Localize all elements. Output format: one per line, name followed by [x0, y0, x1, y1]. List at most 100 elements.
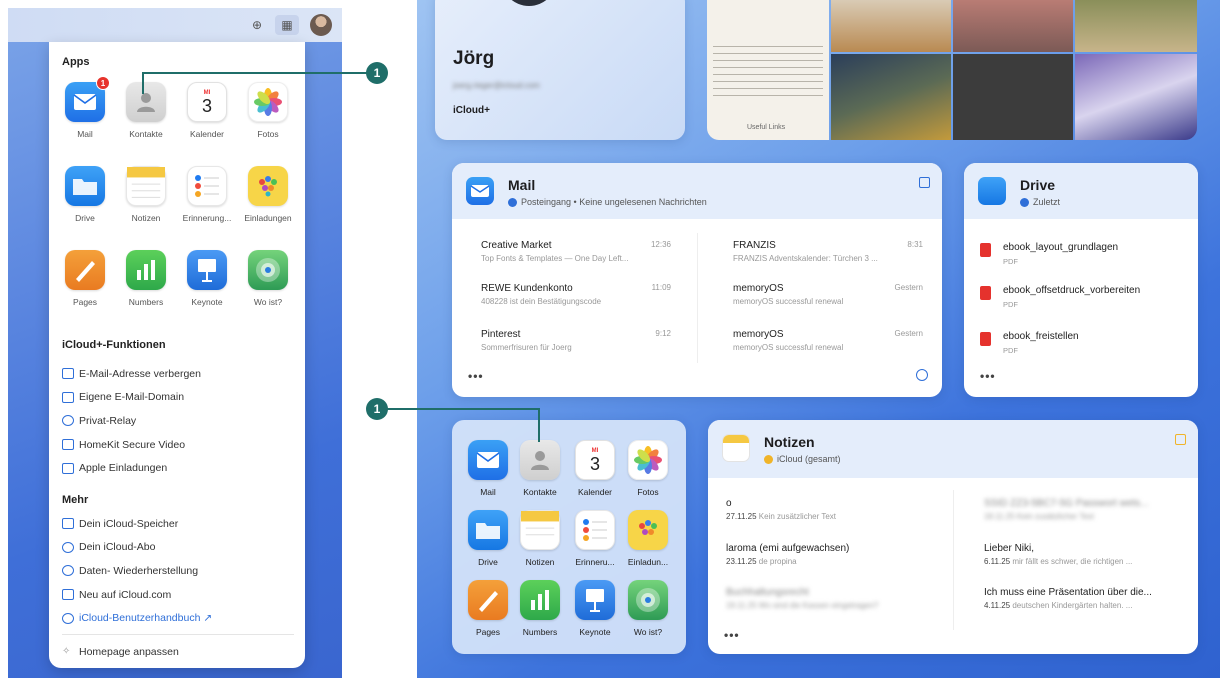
- app-keynote[interactable]: Keynote: [182, 250, 232, 307]
- storage-item[interactable]: Dein iCloud-Speicher: [62, 512, 298, 536]
- app-wo-ist[interactable]: Wo ist?: [623, 580, 673, 637]
- user-guide-link[interactable]: iCloud-Benutzerhandbuch ↗: [62, 606, 298, 630]
- keynote-icon: [575, 580, 615, 620]
- note-row[interactable]: Buchhaltungsrecht 19.11.25 Wo sind die Ka…: [726, 587, 941, 610]
- note-row[interactable]: o 27.11.25 Kein zusätzlicher Text: [726, 498, 941, 521]
- mail-row[interactable]: FRANZIS 8:31 FRANZIS Adventskalender: Türc…: [733, 240, 923, 263]
- app-keynote[interactable]: Keynote: [570, 580, 620, 637]
- cloud-icon: [62, 541, 74, 553]
- help-icon: [62, 612, 74, 624]
- note-row[interactable]: Ich muss eine Präsentation über die... 4.…: [984, 587, 1184, 610]
- profile-name: Jörg: [453, 48, 495, 69]
- more-button[interactable]: •••: [468, 369, 484, 383]
- filter-icon[interactable]: [916, 369, 928, 381]
- drive-title: Drive: [1020, 177, 1056, 193]
- callout-line: [142, 72, 370, 74]
- mail-card[interactable]: Mail Posteingang • Keine ungelesenen Nac…: [452, 163, 942, 397]
- app-notizen[interactable]: Notizen: [121, 166, 171, 223]
- plan-label: iCloud+: [453, 105, 490, 116]
- app-einladungen[interactable]: Einladun...: [623, 510, 673, 567]
- apple-invites-item[interactable]: Apple Einladungen: [62, 456, 298, 480]
- file-row[interactable]: ebook_layout_grundlagen PDF: [980, 242, 1190, 266]
- app-pages[interactable]: Pages: [463, 580, 513, 637]
- mail-row[interactable]: memoryOS Gestern memoryOS successful renew…: [733, 329, 923, 352]
- more-button[interactable]: •••: [980, 369, 996, 383]
- note-row[interactable]: SSID ZZ3-5BC7-5G Passwort wets... 18.11.2…: [984, 498, 1184, 521]
- folder-icon: [468, 510, 508, 550]
- mail-row[interactable]: Pinterest 9:12 Sommerfrisuren für Joerg: [481, 329, 671, 352]
- callout-marker: 1: [366, 62, 388, 84]
- folder-icon: [764, 454, 773, 464]
- hide-email-item[interactable]: E-Mail-Adresse verbergen: [62, 362, 298, 386]
- mail-row[interactable]: REWE Kundenkonto 11:09 408228 ist dein Bes…: [481, 283, 671, 306]
- unread-badge: 1: [96, 76, 110, 90]
- notes-card[interactable]: Notizen iCloud (gesamt) o 27.11.25 Kein z…: [708, 420, 1198, 654]
- app-numbers[interactable]: Numbers: [121, 250, 171, 307]
- customize-row: ✧ Homepage anpassen: [62, 640, 298, 664]
- file-row[interactable]: ebook_offsetdruck_vorbereiten PDF: [980, 285, 1190, 309]
- profile-card[interactable]: Jörg joerg.rieger@icloud.com iCloud+: [435, 0, 685, 140]
- plus-circle-icon[interactable]: ⊕: [248, 16, 266, 34]
- mail-row[interactable]: Creative Market 12:36 Top Fonts & Template…: [481, 240, 671, 263]
- drive-card[interactable]: Drive Zuletzt ebook_layout_grundlagen PDF…: [964, 163, 1198, 397]
- avatar[interactable]: [310, 14, 332, 36]
- notes-header: Notizen iCloud (gesamt): [708, 420, 1198, 478]
- new-note-icon[interactable]: [1175, 434, 1186, 445]
- folder-icon: [65, 166, 105, 206]
- app-label: Keynote: [191, 297, 223, 307]
- app-kalender[interactable]: MI 3 Kalender: [570, 440, 620, 497]
- mail-icon: [466, 177, 494, 205]
- photos-icon: [628, 440, 668, 480]
- photo-selfie: [1075, 0, 1197, 52]
- calendar-icon: MI 3: [187, 82, 227, 122]
- app-notizen[interactable]: Notizen: [515, 510, 565, 567]
- photo-market: [831, 54, 951, 140]
- photo-shop: [953, 0, 1073, 52]
- photos-widget[interactable]: Useful Links: [707, 0, 1197, 140]
- app-label: Drive: [75, 213, 95, 223]
- app-wo-ist[interactable]: Wo ist?: [243, 250, 293, 307]
- photo-iphone-book: [1075, 54, 1197, 140]
- app-erinnerungen[interactable]: Erinnerung...: [182, 166, 232, 223]
- note-row[interactable]: laroma (emi aufgewachsen) 23.11.25 de pro…: [726, 543, 941, 566]
- divider: [62, 634, 294, 635]
- notes-subtitle: iCloud (gesamt): [764, 454, 841, 464]
- globe-icon: [62, 415, 74, 427]
- app-label: Fotos: [257, 129, 279, 139]
- mail-title: Mail: [508, 177, 536, 193]
- whats-new-item[interactable]: Neu auf iCloud.com: [62, 583, 298, 607]
- app-grid-icon[interactable]: ▦: [275, 15, 299, 35]
- app-pages[interactable]: Pages: [60, 250, 110, 307]
- more-button[interactable]: •••: [724, 628, 740, 642]
- subscription-item[interactable]: Dein iCloud-Abo: [62, 536, 298, 560]
- customize-homepage-button[interactable]: ✧ Homepage anpassen: [62, 640, 298, 664]
- app-mail[interactable]: 1 Mail: [60, 76, 110, 139]
- profile-email: joerg.rieger@icloud.com: [453, 81, 540, 90]
- note-row[interactable]: Lieber Niki, 6.11.25 mir fällt es schwer,…: [984, 543, 1184, 566]
- app-einladungen[interactable]: Einladungen: [243, 166, 293, 223]
- more-heading: Mehr: [62, 494, 89, 506]
- app-drive[interactable]: Drive: [60, 166, 110, 223]
- file-row[interactable]: ebook_freistellen PDF: [980, 331, 1190, 355]
- custom-domain-item[interactable]: Eigene E-Mail-Domain: [62, 386, 298, 410]
- app-erinnerungen[interactable]: Erinneru...: [570, 510, 620, 567]
- app-fotos[interactable]: Fotos: [623, 440, 673, 497]
- app-label: Notizen: [131, 213, 161, 223]
- compose-icon[interactable]: [919, 177, 930, 188]
- data-recovery-item[interactable]: Daten- Wiederherstellung: [62, 559, 298, 583]
- private-relay-item[interactable]: Privat-Relay: [62, 409, 298, 433]
- app-drive[interactable]: Drive: [463, 510, 513, 567]
- app-kalender[interactable]: MI 3 Kalender: [182, 82, 232, 139]
- sparkle-icon: ✧: [62, 646, 71, 658]
- mail-row[interactable]: memoryOS Gestern memoryOS successful renew…: [733, 283, 923, 306]
- app-mail[interactable]: Mail: [463, 440, 513, 497]
- avatar: [501, 0, 557, 6]
- homekit-video-item[interactable]: HomeKit Secure Video: [62, 433, 298, 457]
- pages-icon: [468, 580, 508, 620]
- app-fotos[interactable]: Fotos: [243, 82, 293, 139]
- app-kontakte[interactable]: Kontakte: [515, 440, 565, 497]
- right-screenshot: Jörg joerg.rieger@icloud.com iCloud+ Use…: [417, 0, 1220, 678]
- app-numbers[interactable]: Numbers: [515, 580, 565, 637]
- app-kontakte[interactable]: Kontakte: [121, 82, 171, 139]
- numbers-icon: [126, 250, 166, 290]
